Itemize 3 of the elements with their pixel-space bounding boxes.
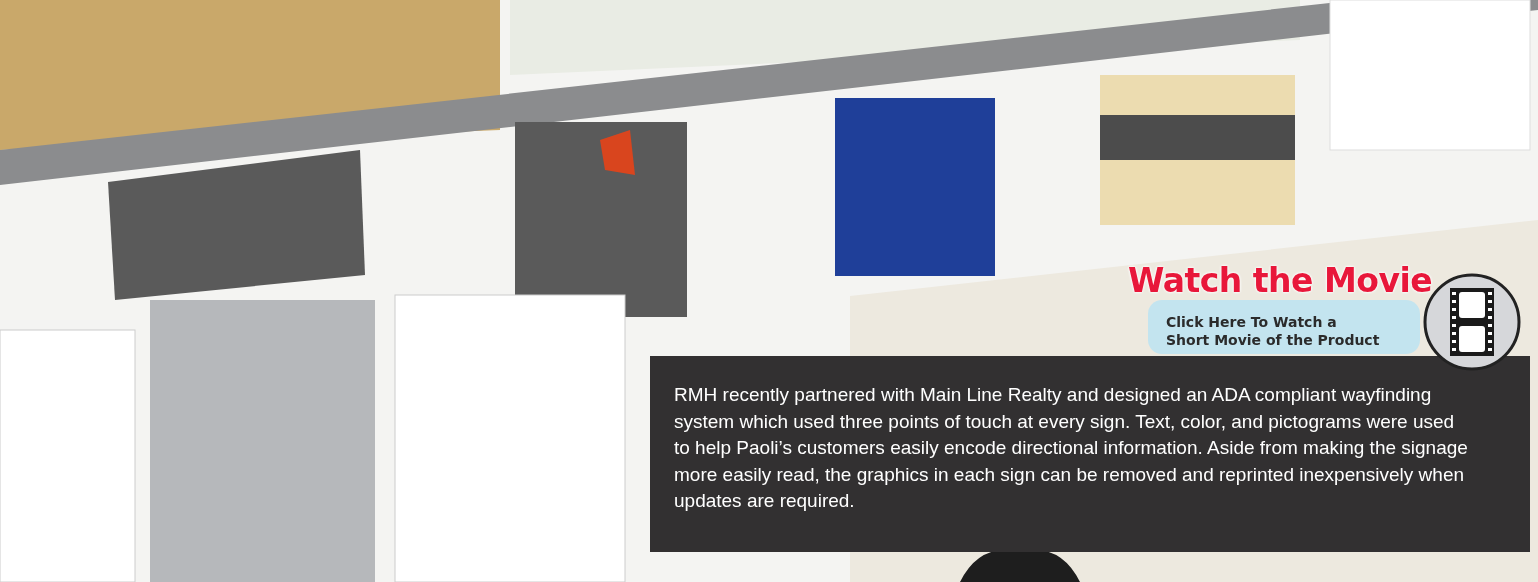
promo-title[interactable]: Watch the Movie bbox=[1128, 264, 1433, 297]
description-text: RMH recently partnered with Main Line Realty and designed an ADA compliant wayfinding system which used three points of touch at every sign. Text, color, and pictograms were used to help Paoli’s customers easily encode directional information. Aside from making the signage more easily read, the graphics in each sign can be removed and reprinted inexpensively when updates are required. bbox=[674, 383, 1469, 514]
watch-movie-button[interactable]: Click Here To Watch a Short Movie of the Product bbox=[1148, 300, 1420, 354]
